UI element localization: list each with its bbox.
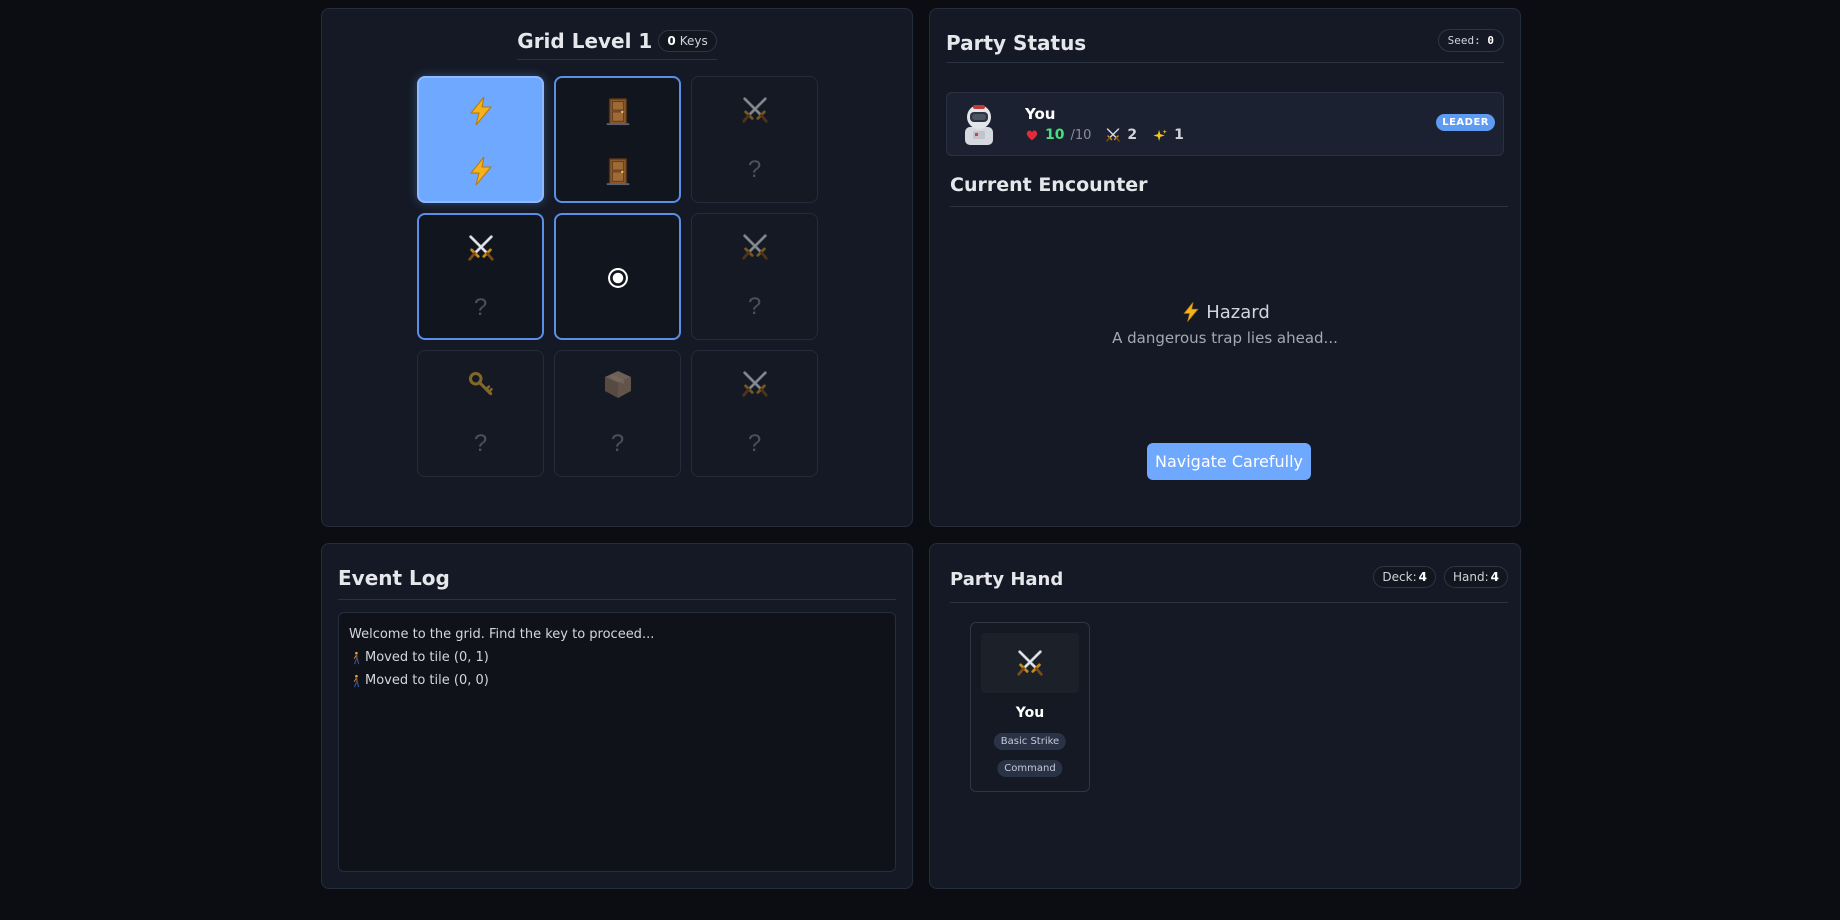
unknown-mark: ? [473,430,488,457]
unknown-mark: ? [747,293,762,320]
key-icon [467,370,495,398]
event-log-panel: Event Log Welcome to the grid. Find the … [321,543,913,889]
keys-count: 0 [667,34,676,48]
log-entry: Moved to tile (0, 0) [349,669,885,692]
unknown-mark: ? [473,294,488,321]
encounter-title: Current Encounter [950,174,1148,196]
member-stats: 10 /10 2 1 [1025,127,1184,143]
deck-label: Deck: [1382,570,1417,584]
hand-label: Hand: [1452,570,1489,584]
leader-badge: LEADER [1436,114,1495,131]
hp-value: 10 [1045,127,1065,143]
party-hand-title: Party Hand [950,569,1064,590]
sparkle-icon [1153,128,1168,143]
crossed-swords-icon [1015,648,1045,678]
crossed-swords-icon [1105,127,1121,143]
unknown-mark: ? [747,430,762,457]
radio-marker-icon [605,265,631,291]
grid-header: Grid Level 1 0 Keys [322,29,912,60]
member-name: You [1025,105,1056,123]
magic-value: 1 [1174,127,1184,143]
log-entry: Moved to tile (0, 1) [349,646,885,669]
lightning-icon [1180,301,1202,323]
tile-1-2[interactable]: ? [691,213,818,340]
party-member-card[interactable]: You 10 /10 2 1 LEADER [946,92,1504,156]
door-icon [603,96,633,126]
hand-counter: Hand: 4 [1443,566,1508,588]
tile-2-2[interactable]: ? [691,350,818,477]
encounter-description: A dangerous trap lies ahead... [1112,329,1338,347]
party-hand-panel: Party Hand Deck: 4 Hand: 4 You Basic Str… [929,543,1521,889]
lightning-icon [465,95,497,127]
tile-0-0[interactable] [417,76,544,203]
door-icon [603,156,633,186]
card-art [981,633,1079,693]
encounter-divider [950,206,1508,207]
lightning-icon [465,155,497,187]
keys-counter: 0 Keys [658,30,717,52]
attack-value: 2 [1127,127,1138,143]
crossed-swords-icon [740,369,770,399]
tile-2-1[interactable]: ? [554,350,681,477]
log-entry: Welcome to the grid. Find the key to pro… [349,623,885,646]
log-divider [338,599,896,600]
deck-counter: Deck: 4 [1373,566,1436,588]
grid-board: ? ? ? ? ? ? [417,76,818,477]
party-divider [946,62,1504,63]
hand-card[interactable]: You Basic Strike Command [970,622,1090,792]
seed-badge: Seed: 0 [1437,29,1504,52]
tile-1-1[interactable] [554,213,681,340]
crossed-swords-icon [740,95,770,125]
unknown-mark: ? [747,156,762,183]
event-log-title: Event Log [338,566,450,590]
tile-1-0[interactable]: ? [417,213,544,340]
hand-count: 4 [1490,570,1499,584]
crossed-swords-icon [466,233,496,263]
walking-person-icon [349,674,363,688]
box-icon [602,368,634,400]
log-entry-text: Moved to tile (0, 1) [365,650,489,665]
grid-panel: Grid Level 1 0 Keys ? ? ? ? ? ? [321,8,913,527]
deck-count: 4 [1418,570,1427,584]
log-entry-text: Moved to tile (0, 0) [365,673,489,688]
hand-counters: Deck: 4 Hand: 4 [1373,566,1508,588]
event-log-box[interactable]: Welcome to the grid. Find the key to pro… [338,612,896,872]
card-owner: You [1015,705,1045,721]
tile-2-0[interactable]: ? [417,350,544,477]
heart-icon [1025,128,1039,142]
navigate-carefully-button[interactable]: Navigate Carefully [1147,443,1311,480]
astronaut-icon [959,103,999,147]
unknown-mark: ? [610,430,625,457]
seed-label: Seed: [1447,34,1481,47]
hp-max: /10 [1070,127,1092,143]
crossed-swords-icon [740,232,770,262]
card-tag: Basic Strike [993,733,1067,750]
encounter-name: Hazard [1206,301,1270,323]
hand-divider [950,602,1508,603]
card-tag: Command [997,760,1063,777]
tile-0-2[interactable]: ? [691,76,818,203]
seed-value: 0 [1487,34,1494,47]
encounter-name-row: Hazard [930,301,1520,323]
grid-title: Grid Level 1 [517,29,653,53]
keys-label: Keys [679,34,708,48]
walking-person-icon [349,651,363,665]
log-entry-text: Welcome to the grid. Find the key to pro… [349,627,655,642]
party-panel: Party Status Seed: 0 You 10 /10 2 1 LEAD… [929,8,1521,527]
party-title: Party Status [946,31,1087,55]
tile-0-1[interactable] [554,76,681,203]
